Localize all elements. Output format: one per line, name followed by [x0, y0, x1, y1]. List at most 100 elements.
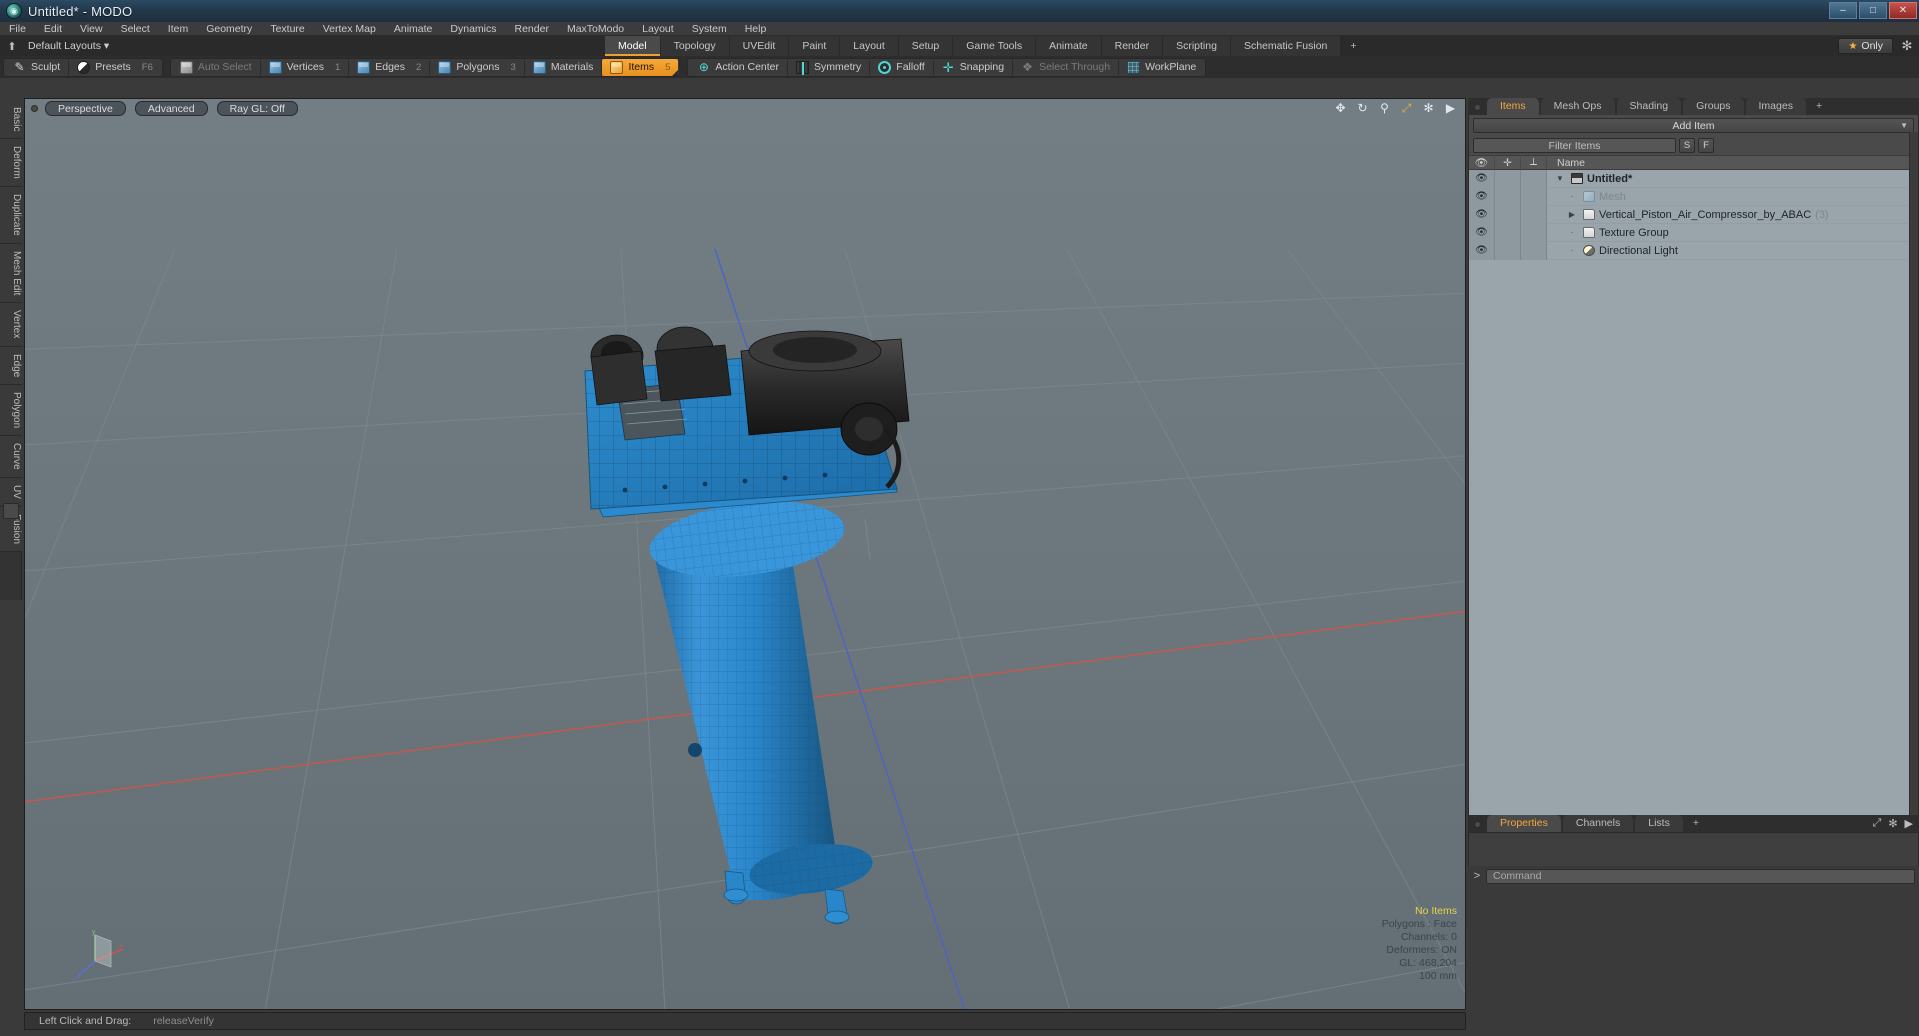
panel-menu-dot[interactable] [1474, 104, 1481, 111]
3d-viewport[interactable]: Perspective Advanced Ray GL: Off ✥ ↻ ⚲ ⤢… [24, 98, 1466, 1010]
chevron-right-icon[interactable]: ▶ [1444, 102, 1457, 114]
viewport-menu-dot[interactable] [31, 104, 38, 112]
item-tree-vertical-scrollbar[interactable] [1909, 132, 1918, 832]
layout-tab-schematic-fusion[interactable]: Schematic Fusion [1230, 36, 1342, 56]
close-button[interactable]: ✕ [1889, 2, 1917, 19]
only-button[interactable]: ★ Only [1838, 38, 1893, 54]
tab-channels[interactable]: Channels [1562, 815, 1634, 832]
table-row[interactable]: 👁 · Texture Group [1469, 223, 1918, 242]
viewport-tab-perspective[interactable]: Perspective [45, 100, 126, 116]
row-name-cell[interactable]: ▶ Vertical_Piston_Air_Compressor_by_ABAC… [1547, 209, 1829, 221]
workplane-button[interactable]: WorkPlane [1119, 59, 1204, 76]
menu-item[interactable]: Item [159, 22, 197, 36]
row-transform-cell[interactable] [1521, 169, 1547, 188]
default-layouts-dropdown[interactable]: Default Layouts ▾ [28, 40, 109, 52]
zoom-icon[interactable]: ⚲ [1378, 102, 1391, 114]
add-layout-tab-button[interactable]: + [1341, 36, 1365, 56]
materials-button[interactable]: Materials [525, 59, 602, 76]
menu-help[interactable]: Help [736, 22, 776, 36]
menu-texture[interactable]: Texture [261, 22, 313, 36]
row-transform-cell[interactable] [1521, 241, 1547, 260]
tab-properties[interactable]: Properties [1487, 815, 1561, 832]
gear-icon[interactable]: ✻ [1422, 102, 1435, 114]
layout-tab-model[interactable]: Model [605, 36, 661, 56]
menu-animate[interactable]: Animate [385, 22, 442, 36]
twisty-icon[interactable]: ▶ [1565, 210, 1579, 219]
gear-icon[interactable]: ✻ [1888, 817, 1897, 830]
menu-maxtomodo[interactable]: MaxToModo [558, 22, 633, 36]
rotate-icon[interactable]: ↻ [1356, 102, 1369, 114]
home-icon[interactable]: ⬆ [4, 39, 20, 53]
row-name-cell[interactable]: · Mesh [1547, 191, 1626, 203]
viewport-tab-raygl[interactable]: Ray GL: Off [216, 100, 298, 116]
row-lock-cell[interactable] [1495, 187, 1521, 206]
action-center-button[interactable]: ⊕ Action Center [689, 59, 787, 76]
tab-items[interactable]: Items [1487, 98, 1539, 115]
add-properties-tab-button[interactable]: + [1685, 815, 1707, 832]
layout-tab-scripting[interactable]: Scripting [1163, 36, 1231, 56]
filter-f-button[interactable]: F [1698, 138, 1714, 153]
rail-tab-vertex[interactable]: Vertex [0, 303, 22, 347]
select-through-button[interactable]: ❖ Select Through [1013, 59, 1118, 76]
chevron-right-icon[interactable]: ▶ [1905, 817, 1913, 830]
minimize-button[interactable]: – [1829, 2, 1857, 19]
filter-items-input[interactable]: Filter Items [1473, 138, 1676, 153]
twisty-icon[interactable]: ▼ [1553, 174, 1567, 183]
tab-groups[interactable]: Groups [1683, 98, 1744, 115]
row-visibility-toggle[interactable]: 👁 [1469, 187, 1495, 206]
twisty-icon[interactable]: · [1565, 228, 1579, 237]
row-visibility-toggle[interactable]: 👁 [1469, 169, 1495, 188]
menu-edit[interactable]: Edit [35, 22, 71, 36]
tab-lists[interactable]: Lists [1635, 815, 1683, 832]
table-row[interactable]: 👁 ▶ Vertical_Piston_Air_Compressor_by_AB… [1469, 205, 1918, 224]
tab-images[interactable]: Images [1745, 98, 1806, 115]
menu-vertex-map[interactable]: Vertex Map [314, 22, 385, 36]
row-lock-cell[interactable] [1495, 205, 1521, 224]
rail-tab-curve[interactable]: Curve [0, 436, 22, 478]
row-visibility-toggle[interactable]: 👁 [1469, 223, 1495, 242]
layout-tab-render[interactable]: Render [1101, 36, 1164, 56]
fit-icon[interactable]: ⤢ [1400, 102, 1413, 114]
twisty-icon[interactable]: · [1565, 192, 1579, 201]
row-name-cell[interactable]: · Directional Light [1547, 245, 1678, 257]
maximize-button[interactable]: □ [1859, 2, 1887, 19]
row-visibility-toggle[interactable]: 👁 [1469, 205, 1495, 224]
command-input[interactable]: Command [1486, 868, 1915, 884]
axis-gizmo[interactable]: x y z [69, 927, 127, 985]
twisty-icon[interactable]: · [1565, 246, 1579, 255]
items-button[interactable]: Items 5 [602, 58, 679, 76]
rail-tab-polygon[interactable]: Polygon [0, 385, 22, 437]
layout-tab-layout[interactable]: Layout [840, 36, 899, 56]
add-item-button[interactable]: Add Item ▼ [1473, 118, 1914, 133]
layout-tab-uvedit[interactable]: UVEdit [729, 36, 790, 56]
gear-icon[interactable]: ✻ [1899, 38, 1915, 54]
menu-file[interactable]: File [0, 22, 35, 36]
presets-button[interactable]: Presets F6 [69, 59, 161, 76]
layout-tab-topology[interactable]: Topology [660, 36, 730, 56]
snapping-button[interactable]: ✛ Snapping [934, 59, 1012, 76]
sculpt-button[interactable]: ✎ Sculpt [5, 59, 68, 76]
rail-tab-deform[interactable]: Deform [0, 139, 22, 188]
expand-icon[interactable]: ⤢ [1873, 817, 1882, 830]
row-visibility-toggle[interactable]: 👁 [1469, 241, 1495, 260]
item-tree[interactable]: 👁 ▼ Untitled* 👁 · Mesh 👁 ▶ Vertical_Pist… [1469, 169, 1918, 825]
table-row[interactable]: 👁 ▼ Untitled* [1469, 169, 1918, 188]
rail-tab-basic[interactable]: Basic [0, 100, 22, 140]
menu-select[interactable]: Select [112, 22, 159, 36]
row-transform-cell[interactable] [1521, 205, 1547, 224]
rail-toggle-button[interactable] [3, 503, 19, 519]
auto-select-button[interactable]: Auto Select [172, 59, 260, 76]
rail-tab-edge[interactable]: Edge [0, 346, 22, 386]
layout-tab-animate[interactable]: Animate [1036, 36, 1102, 56]
menu-geometry[interactable]: Geometry [197, 22, 261, 36]
table-row[interactable]: 👁 · Directional Light [1469, 241, 1918, 260]
tab-mesh-ops[interactable]: Mesh Ops [1540, 98, 1615, 115]
row-name-cell[interactable]: · Texture Group [1547, 227, 1669, 239]
row-lock-cell[interactable] [1495, 169, 1521, 188]
polygons-button[interactable]: Polygons 3 [430, 59, 524, 76]
viewport-tab-advanced[interactable]: Advanced [134, 100, 208, 116]
falloff-button[interactable]: Falloff [870, 59, 932, 76]
edges-button[interactable]: Edges 2 [349, 59, 429, 76]
table-row[interactable]: 👁 · Mesh [1469, 187, 1918, 206]
row-transform-cell[interactable] [1521, 187, 1547, 206]
